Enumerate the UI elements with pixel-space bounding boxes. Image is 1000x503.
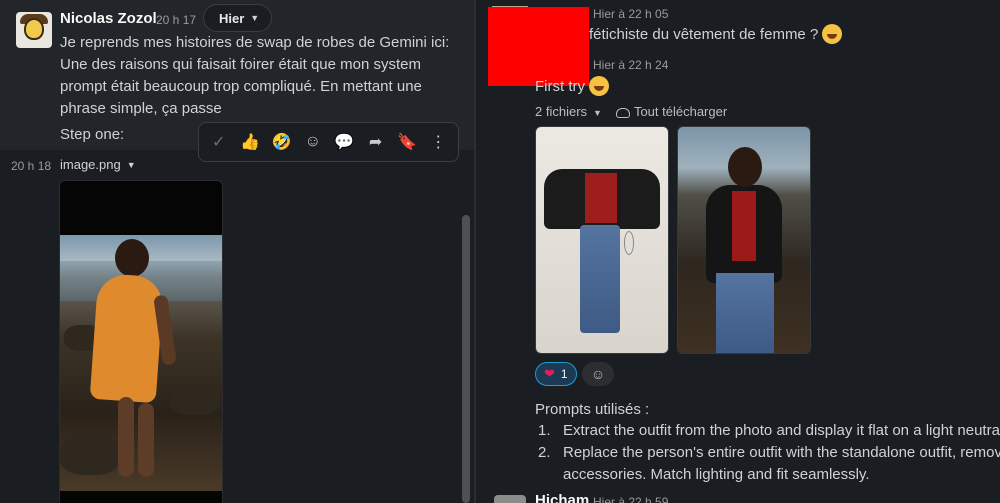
right-channel-pane: Hier à 22 h 05 fétichiste du vêtement de… (476, 0, 1000, 503)
model-head (728, 147, 762, 187)
message-timestamp[interactable]: 20 h 17 (156, 13, 196, 27)
grinning-emoji-icon[interactable]: 🤣 (268, 128, 295, 156)
check-icon[interactable]: ✓ (205, 128, 232, 156)
files-count-toggle[interactable]: 2 fichiers ▼ (535, 104, 602, 119)
scrollbar[interactable] (462, 215, 470, 503)
heart-reaction[interactable]: ❤ 1 (535, 362, 577, 386)
prompts-title: Prompts utilisés : (535, 401, 650, 418)
add-reaction-button[interactable]: ☺ (582, 362, 614, 386)
photo-rock (60, 435, 120, 475)
image-thumbnail-flat-outfit[interactable] (535, 126, 669, 354)
message-author[interactable]: Nicolas Zozol (60, 10, 157, 27)
file-name-label: image.png (60, 157, 121, 172)
avatar[interactable] (16, 12, 52, 48)
download-all-button[interactable]: Tout télécharger (615, 104, 728, 119)
list-text: Extract the outfit from the photo and di… (563, 422, 1000, 439)
add-reaction-icon[interactable]: ☺ (299, 128, 326, 156)
share-icon[interactable]: ➦ (362, 128, 389, 156)
photo-leg (118, 397, 134, 477)
photo-head (115, 239, 149, 277)
grinning-emoji-icon (822, 24, 843, 44)
face-icon (24, 18, 44, 40)
file-timestamp[interactable]: 20 h 18 (11, 159, 51, 173)
flat-top (585, 173, 617, 223)
message-text-content: First try (535, 77, 585, 95)
files-count-label: 2 fichiers (535, 104, 588, 119)
caret-down-icon: ▼ (126, 159, 136, 170)
message-timestamp[interactable]: Hier à 22 h 24 (593, 58, 668, 72)
list-item: 1. Extract the outfit from the photo and… (538, 420, 1000, 442)
caret-down-icon: ▼ (593, 108, 602, 118)
image-thumbnail-model[interactable] (677, 126, 811, 354)
message-timestamp[interactable]: Hier à 22 h 05 (593, 7, 668, 21)
prompt-list: 1. Extract the outfit from the photo and… (538, 420, 1000, 486)
message-text-content: fétichiste du vêtement de femme ? (589, 25, 819, 43)
cloud-download-icon (615, 107, 630, 118)
date-label: Hier (219, 10, 245, 26)
message-timestamp[interactable]: Hier à 22 h 59 (593, 495, 668, 503)
message-text: Je reprends mes histoires de swap de rob… (60, 34, 450, 117)
redaction-block (488, 7, 589, 86)
date-divider-button[interactable]: Hier ▼ (203, 4, 273, 32)
message-text: fétichiste du vêtement de femme ? (589, 24, 843, 44)
photo-rock (170, 385, 220, 415)
left-thread-pane: Nicolas Zozol 20 h 17 Hier ▼ Je reprends… (0, 0, 474, 503)
more-icon[interactable]: ⋮ (425, 128, 452, 156)
heart-icon: ❤ (544, 366, 555, 381)
flat-jeans (580, 225, 620, 333)
message-text: First try (535, 76, 609, 96)
grinning-emoji-icon (589, 76, 609, 96)
download-all-label: Tout télécharger (633, 104, 728, 119)
list-number: 1. (538, 422, 551, 439)
list-text: Replace the person's entire outfit with … (563, 444, 1000, 483)
model-jeans (716, 273, 774, 353)
avatar[interactable] (494, 495, 526, 503)
reaction-count: 1 (560, 367, 568, 381)
thumbs-up-icon[interactable]: 👍 (236, 128, 263, 156)
add-reaction-icon: ☺ (590, 366, 606, 382)
message-actions-toolbar: ✓ 👍 🤣 ☺ 💬 ➦ 🔖 ⋮ (198, 122, 459, 162)
photo-dress (89, 272, 165, 404)
photo-woman-orange-dress (60, 235, 222, 491)
file-name-toggle[interactable]: image.png ▼ (60, 157, 136, 172)
photo-leg (138, 403, 154, 477)
reply-thread-icon[interactable]: 💬 (331, 128, 358, 156)
model-top (732, 191, 756, 261)
flat-necklace (624, 231, 634, 255)
image-preview[interactable] (59, 180, 223, 503)
chevron-down-icon: ▼ (250, 13, 260, 23)
message-author[interactable]: Hicham (535, 492, 589, 503)
message-step: Step one: (60, 126, 125, 143)
list-item: 2. Replace the person's entire outfit wi… (538, 442, 1000, 486)
attachments-header: 2 fichiers ▼ Tout télécharger (535, 104, 727, 119)
list-number: 2. (538, 444, 551, 461)
bookmark-icon[interactable]: 🔖 (393, 128, 420, 156)
